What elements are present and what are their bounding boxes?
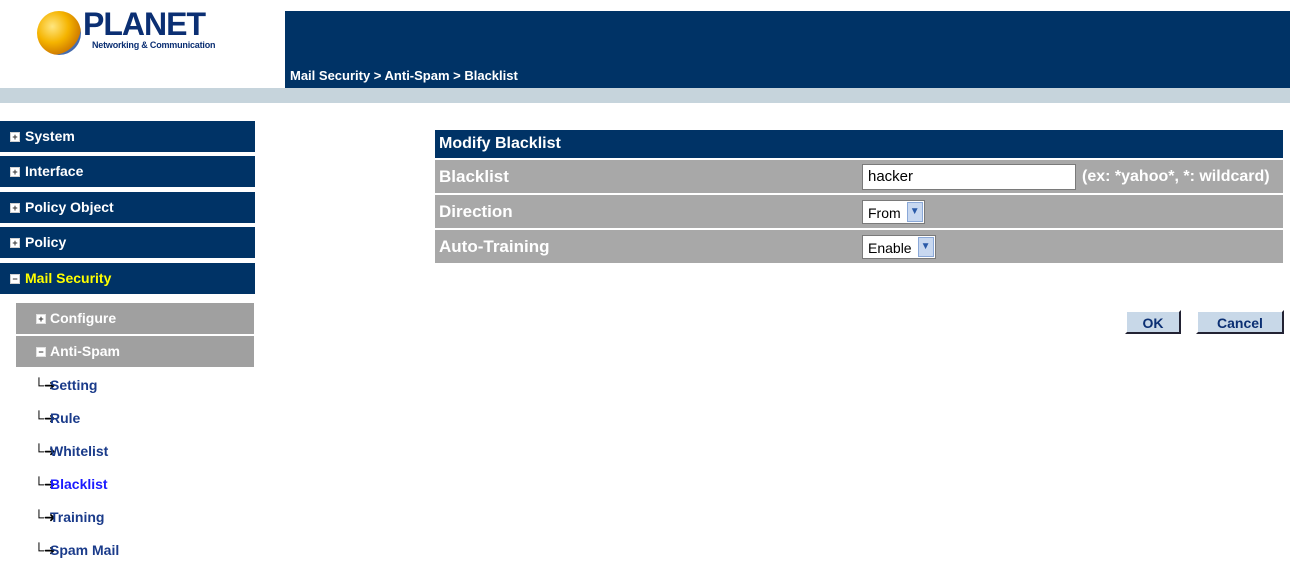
brand-name: PLANET <box>83 6 206 42</box>
auto-training-select[interactable]: Enable ▼ <box>862 234 936 259</box>
sidebar-subitem-configure[interactable]: + Configure <box>16 303 254 334</box>
tree-arrow-icon: └➜ <box>34 542 56 558</box>
sidebar-leaf-label: Rule <box>50 410 81 426</box>
collapse-icon: − <box>10 274 20 284</box>
form-row-auto-training: Auto-Training Enable ▼ <box>435 228 1283 263</box>
sidebar-item-interface[interactable]: + Interface <box>0 156 255 187</box>
collapse-icon: − <box>36 347 46 357</box>
sidebar-item-mail-security[interactable]: − Mail Security <box>0 263 255 294</box>
blacklist-input[interactable] <box>862 163 1076 190</box>
sidebar-item-label: Policy Object <box>25 199 114 215</box>
form-title: Modify Blacklist <box>435 130 1283 159</box>
tree-arrow-icon: └➜ <box>34 410 56 426</box>
expand-icon: + <box>36 314 46 324</box>
tree-arrow-icon: └➜ <box>34 443 56 459</box>
sidebar-subitem-anti-spam[interactable]: − Anti-Spam <box>16 336 254 367</box>
sidebar-leaf-training[interactable]: └➜Training <box>34 501 104 534</box>
field-label: Auto-Training <box>435 228 859 263</box>
form-row-direction: Direction From ▼ <box>435 193 1283 229</box>
sidebar-leaf-label: Setting <box>50 377 98 393</box>
sidebar-leaf-label: Spam Mail <box>50 542 120 558</box>
sidebar-subitem-label: Anti-Spam <box>50 343 120 359</box>
expand-icon: + <box>10 132 20 142</box>
sidebar-leaf-label: Whitelist <box>50 443 109 459</box>
tree-arrow-icon: └➜ <box>34 509 56 525</box>
tree-arrow-icon: └➜ <box>34 377 56 393</box>
sidebar-leaf-blacklist[interactable]: └➜Blacklist <box>34 468 108 501</box>
direction-value: From <box>868 204 901 221</box>
direction-select[interactable]: From ▼ <box>862 199 925 224</box>
sidebar-item-label: Policy <box>25 234 67 250</box>
breadcrumb: Mail Security > Anti-Spam > Blacklist <box>290 68 518 83</box>
expand-icon: + <box>10 203 20 213</box>
sidebar-leaf-label: Blacklist <box>50 476 108 492</box>
chevron-down-icon: ▼ <box>906 201 923 222</box>
sidebar-leaf-spam-mail[interactable]: └➜Spam Mail <box>34 534 119 567</box>
logo: PLANET Networking & Communication <box>0 0 270 88</box>
field-label: Direction <box>435 193 859 229</box>
divider-strip <box>0 88 1290 103</box>
sidebar-leaf-setting[interactable]: └➜Setting <box>34 369 97 402</box>
sidebar-item-system[interactable]: + System <box>0 121 255 152</box>
sidebar-item-label: System <box>25 128 75 144</box>
sidebar-leaf-label: Training <box>50 509 105 525</box>
ok-button[interactable]: OK <box>1125 310 1181 334</box>
field-label: Blacklist <box>435 158 859 194</box>
expand-icon: + <box>10 238 20 248</box>
sidebar-item-label: Interface <box>25 163 84 179</box>
chevron-down-icon: ▼ <box>917 236 934 257</box>
header-bar: Mail Security > Anti-Spam > Blacklist <box>285 11 1290 88</box>
sidebar-subitem-label: Configure <box>50 310 117 326</box>
form-row-blacklist: Blacklist (ex: *yahoo*, *: wildcard) <box>435 158 1283 194</box>
sidebar-item-policy[interactable]: + Policy <box>0 227 255 258</box>
tree-arrow-icon: └➜ <box>34 476 56 492</box>
blacklist-hint: (ex: *yahoo*, *: wildcard) <box>1082 167 1270 185</box>
auto-training-value: Enable <box>868 239 912 256</box>
modify-blacklist-form: Modify Blacklist Blacklist (ex: *yahoo*,… <box>435 130 1283 263</box>
expand-icon: + <box>10 167 20 177</box>
sidebar-item-policy-object[interactable]: + Policy Object <box>0 192 255 223</box>
brand-tagline: Networking & Communication <box>92 40 216 50</box>
sidebar-leaf-whitelist[interactable]: └➜Whitelist <box>34 435 108 468</box>
sidebar-leaf-rule[interactable]: └➜Rule <box>34 402 80 435</box>
sidebar-item-label: Mail Security <box>25 270 112 286</box>
cancel-button[interactable]: Cancel <box>1196 310 1284 334</box>
planet-logo-icon <box>37 11 81 55</box>
